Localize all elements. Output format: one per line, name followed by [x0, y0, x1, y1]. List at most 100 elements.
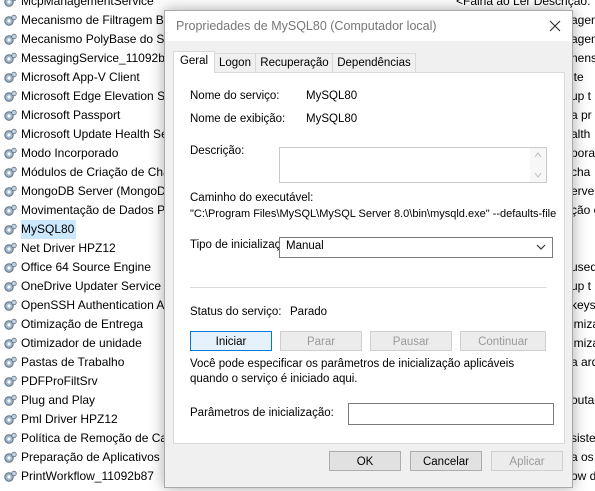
service-name: Política de Remoção de Car: [21, 431, 172, 445]
help-text: Você pode especificar os parâmetros de i…: [190, 358, 515, 385]
service-description: ção e: [571, 203, 595, 217]
service-name: Microsoft Passport: [21, 108, 121, 122]
gear-icon: [3, 356, 17, 370]
gear-icon: [3, 451, 17, 465]
exe-path-label: Caminho do executável:: [190, 192, 314, 204]
service-description: alth: [571, 127, 591, 141]
ok-button[interactable]: OK: [329, 451, 401, 471]
pause-button[interactable]: Pausar: [370, 331, 452, 351]
service-description: agen: [571, 32, 595, 46]
service-name: Microsoft Edge Elevation Se: [21, 89, 172, 103]
service-name: OpenSSH Authentication A: [21, 298, 165, 312]
title-bar: Propriedades de MySQL80 (Computador loca…: [165, 11, 572, 41]
gear-icon: [3, 147, 17, 161]
gear-icon: [3, 394, 17, 408]
service-name: Módulos de Criação de Cha: [21, 165, 170, 179]
service-description: a pr: [571, 108, 592, 122]
service-description: pora: [571, 146, 595, 160]
tab-recuperacao[interactable]: Recuperação: [255, 53, 334, 72]
gear-icon: [3, 185, 17, 199]
service-name: Microsoft App-V Client: [21, 70, 140, 84]
gear-icon: [3, 261, 17, 275]
properties-dialog: Propriedades de MySQL80 (Computador loca…: [164, 10, 573, 488]
service-name: Pastas de Trabalho: [21, 355, 125, 369]
status-value: Parado: [290, 306, 328, 318]
service-name: MySQL80: [21, 220, 77, 239]
service-name: Preparação de Aplicativos: [21, 450, 160, 464]
gear-icon: [3, 299, 17, 313]
display-name-label: Nome de exibição:: [190, 113, 286, 125]
service-name-label: Nome do serviço:: [190, 90, 280, 102]
service-name: OneDrive Updater Service: [21, 279, 162, 293]
service-description: imiza: [571, 336, 595, 350]
service-name: MessagingService_11092b87: [21, 51, 179, 65]
service-name: Plug and Play: [21, 393, 96, 407]
description-scrollbar[interactable]: [530, 148, 546, 182]
service-name: Mecanismo PolyBase do SC: [21, 32, 174, 46]
stop-button[interactable]: Parar: [280, 331, 362, 351]
start-params-input[interactable]: [348, 403, 554, 425]
start-button[interactable]: Iniciar: [190, 331, 272, 351]
resume-button[interactable]: Continuar: [460, 331, 546, 351]
gear-icon: [3, 470, 17, 484]
description-label: Descrição:: [190, 145, 245, 157]
service-description: agen: [571, 13, 595, 27]
service-name: Movimentação de Dados Po: [21, 203, 172, 217]
gear-icon: [3, 14, 17, 28]
gear-icon: [3, 413, 17, 427]
service-description: keys: [571, 298, 595, 312]
cancel-button[interactable]: Cancelar: [410, 451, 482, 471]
service-description: up t: [571, 279, 592, 293]
gear-icon: [3, 71, 17, 85]
service-name: MongoDB Server (MongoDB: [21, 184, 174, 198]
gear-icon: [3, 318, 17, 332]
service-description: erver: [571, 184, 595, 198]
service-description: a arq: [571, 355, 595, 369]
service-name-value: MySQL80: [306, 90, 358, 102]
service-name: Pml Driver HPZ12: [21, 412, 118, 426]
service-name: McpManagementService: [21, 0, 154, 8]
service-name: Net Driver HPZ12: [21, 241, 116, 255]
gear-icon: [3, 223, 17, 237]
tab-geral[interactable]: Geral: [173, 51, 215, 73]
dialog-title: Propriedades de MySQL80 (Computador loca…: [176, 19, 437, 33]
description-box[interactable]: [279, 147, 547, 183]
gear-icon: [3, 33, 17, 47]
start-params-label: Parâmetros de inicialização:: [190, 407, 334, 419]
gear-icon: [3, 128, 17, 142]
apply-button[interactable]: Aplicar: [491, 451, 563, 471]
service-description: used: [571, 260, 595, 274]
gear-icon: [3, 90, 17, 104]
service-description: imiza: [571, 317, 595, 331]
service-name: PrintWorkflow_11092b87: [21, 469, 154, 483]
gear-icon: [3, 0, 17, 9]
tab-dependencias[interactable]: Dependências: [332, 53, 416, 72]
service-description: ow d: [571, 469, 595, 483]
service-description: up t: [571, 89, 592, 103]
service-description: nens: [571, 51, 595, 65]
exe-path-value: "C:\Program Files\MySQL\MySQL Server 8.0…: [190, 208, 557, 220]
service-name: Mecanismo de Filtragem Bá: [21, 13, 171, 27]
service-description: ite: [571, 70, 584, 84]
tab-logon[interactable]: Logon: [213, 53, 257, 72]
gear-icon: [3, 432, 17, 446]
gear-icon: [3, 109, 17, 123]
service-description: cha: [571, 165, 591, 179]
service-name: Otimizador de unidade: [21, 336, 142, 350]
close-icon[interactable]: [546, 17, 564, 35]
chevron-down-icon: [536, 244, 546, 250]
service-description: a os: [571, 450, 594, 464]
startup-type-value: Manual: [286, 240, 324, 252]
gear-icon: [3, 52, 17, 66]
display-name-value: MySQL80: [306, 113, 358, 125]
service-name: Microsoft Update Health Se: [21, 127, 168, 141]
gear-icon: [3, 204, 17, 218]
gear-icon: [3, 242, 17, 256]
startup-type-select[interactable]: Manual: [279, 237, 553, 258]
separator: [190, 287, 547, 288]
service-name: Otimização de Entrega: [21, 317, 144, 331]
service-name: Office 64 Source Engine: [21, 260, 151, 274]
gear-icon: [3, 337, 17, 351]
service-description: outac: [571, 393, 595, 407]
service-name: Modo Incorporado: [21, 146, 119, 160]
